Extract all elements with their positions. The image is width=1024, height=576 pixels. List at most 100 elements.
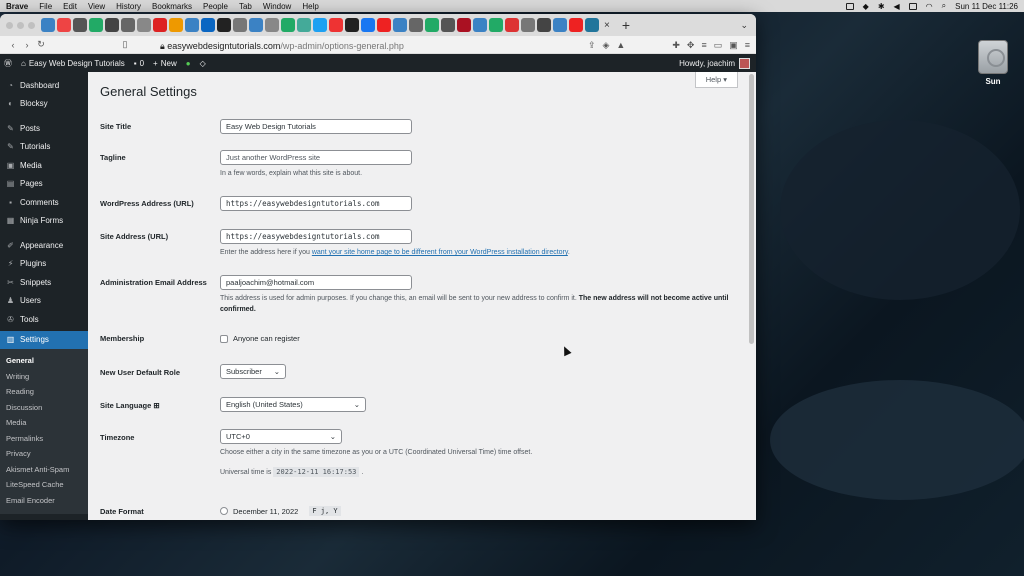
new-tab-button[interactable]: + [622, 17, 630, 33]
date-format-option[interactable]: December 11, 2022 F j, Y [220, 506, 341, 516]
forward-button[interactable]: › [20, 40, 34, 50]
wordpress-tab-icon[interactable] [585, 18, 599, 32]
submenu-privacy[interactable]: Privacy [0, 446, 88, 462]
tab-favicon[interactable] [121, 18, 135, 32]
tab-favicon[interactable] [137, 18, 151, 32]
tab-favicon[interactable] [73, 18, 87, 32]
zoom-window-button[interactable] [28, 21, 35, 29]
sidebar-item-ninja-forms[interactable]: ▦ Ninja Forms [0, 212, 88, 231]
sidebar-item-plugins[interactable]: ⚡︎ Plugins [0, 255, 88, 274]
site-title-input[interactable]: Easy Web Design Tutorials [220, 119, 412, 134]
tab-favicon[interactable] [233, 18, 247, 32]
sidebar-item-pages[interactable]: ▤ Pages [0, 175, 88, 194]
menu-edit[interactable]: Edit [63, 2, 77, 11]
sidebar-item-dashboard[interactable]: ◔ Dashboard [0, 76, 88, 95]
tab-favicon[interactable] [521, 18, 535, 32]
menu-bookmarks[interactable]: Bookmarks [152, 2, 192, 11]
site-name-link[interactable]: ⌂ Easy Web Design Tutorials [21, 59, 125, 68]
sidebar-icon[interactable]: ▭ [714, 40, 723, 51]
tab-favicon[interactable] [105, 18, 119, 32]
reload-button[interactable]: ↻ [34, 39, 48, 50]
back-button[interactable]: ‹ [6, 40, 20, 50]
app-menu[interactable]: Brave [6, 2, 28, 11]
sidebar-item-settings[interactable]: ▥ Settings [0, 330, 88, 349]
tab-favicon[interactable] [281, 18, 295, 32]
tab-favicon[interactable] [41, 18, 55, 32]
submenu-reading[interactable]: Reading [0, 384, 88, 400]
brave-shield-icon[interactable]: ◈ [603, 40, 610, 51]
submenu-media[interactable]: Media [0, 415, 88, 431]
site-address-help-link[interactable]: want your site home page to be different… [312, 249, 568, 256]
submenu-litespeed[interactable]: LiteSpeed Cache [0, 477, 88, 493]
tab-favicon[interactable] [57, 18, 71, 32]
comments-link[interactable]: ▪ 0 [134, 59, 144, 68]
membership-checkbox-row[interactable]: Anyone can register [220, 334, 300, 343]
menu-icon[interactable]: ≡ [745, 40, 750, 51]
tab-favicon[interactable] [473, 18, 487, 32]
tab-favicon[interactable] [201, 18, 215, 32]
site-language-select[interactable]: English (United States) ⌄ [220, 397, 366, 412]
sidebar-item-users[interactable]: ♟ Users [0, 292, 88, 311]
close-window-button[interactable] [6, 21, 13, 29]
tab-favicon[interactable] [297, 18, 311, 32]
tab-favicon[interactable] [409, 18, 423, 32]
tab-favicon[interactable] [361, 18, 375, 32]
tab-favicon[interactable] [489, 18, 503, 32]
sidebar-item-tools[interactable]: ✇ Tools [0, 310, 88, 329]
tab-favicon[interactable] [377, 18, 391, 32]
menu-window[interactable]: Window [263, 2, 291, 11]
tab-favicon[interactable] [537, 18, 551, 32]
status-dot-icon[interactable]: ● [186, 59, 191, 68]
clock[interactable]: Sun 11 Dec 11:26 [955, 2, 1018, 11]
wordpress-address-input[interactable]: https://easywebdesigntutorials.com [220, 196, 412, 211]
menu-view[interactable]: View [88, 2, 105, 11]
sidebar-item-comments[interactable]: ▪ Comments [0, 193, 88, 212]
scrollbar[interactable] [749, 74, 754, 344]
tab-favicon[interactable] [441, 18, 455, 32]
new-content-link[interactable]: + New [153, 59, 177, 68]
bookmark-icon[interactable]: ▯ [118, 39, 132, 50]
tab-favicon[interactable] [169, 18, 183, 32]
puzzle-icon[interactable]: ✥ [687, 40, 695, 51]
share-icon[interactable]: ⇪ [588, 40, 596, 51]
close-tab-button[interactable]: × [604, 20, 610, 31]
desktop-drive[interactable]: Sun [976, 40, 1010, 86]
tab-favicon[interactable] [185, 18, 199, 32]
tab-favicon[interactable] [217, 18, 231, 32]
sidebar-item-tutorials[interactable]: ✎ Tutorials [0, 138, 88, 157]
submenu-discussion[interactable]: Discussion [0, 400, 88, 416]
tab-favicon[interactable] [393, 18, 407, 32]
sidebar-item-posts[interactable]: ✎ Posts [0, 119, 88, 138]
account-menu[interactable]: Howdy, joachim [679, 54, 750, 72]
date-format-radio[interactable] [220, 507, 228, 515]
tagline-input[interactable]: Just another WordPress site [220, 150, 412, 165]
submenu-permalinks[interactable]: Permalinks [0, 431, 88, 447]
tab-favicon[interactable] [345, 18, 359, 32]
url-field[interactable]: 🔒︎ easywebdesigntutorials.com/wp-admin/o… [160, 41, 404, 52]
tab-favicon[interactable] [249, 18, 263, 32]
minimize-window-button[interactable] [17, 21, 24, 29]
help-tab-button[interactable]: Help ▾ [694, 72, 738, 88]
search-icon[interactable]: ⌕ [942, 1, 946, 11]
battery-icon[interactable] [908, 2, 917, 10]
submenu-general[interactable]: General [0, 353, 88, 369]
wordpress-logo-icon[interactable]: Ⓦ [4, 58, 12, 69]
menu-file[interactable]: File [39, 2, 52, 11]
diamond-icon[interactable]: ◇ [200, 59, 206, 68]
tab-favicon[interactable] [313, 18, 327, 32]
sidebar-item-snippets[interactable]: ✂ Snippets [0, 273, 88, 292]
tab-favicon[interactable] [265, 18, 279, 32]
sidebar-item-media[interactable]: ▣ Media [0, 156, 88, 175]
tab-favicon[interactable] [569, 18, 583, 32]
tab-favicon[interactable] [457, 18, 471, 32]
timezone-select[interactable]: UTC+0 ⌄ [220, 429, 342, 444]
wifi-icon[interactable]: ◠ [926, 2, 933, 11]
submenu-writing[interactable]: Writing [0, 369, 88, 385]
volume-icon[interactable]: ◀ [894, 2, 900, 11]
dropbox-icon[interactable]: ◆ [863, 2, 869, 11]
tab-favicon[interactable] [505, 18, 519, 32]
sidebar-item-blocksy[interactable]: ◐ Blocksy [0, 95, 88, 114]
brave-rewards-icon[interactable]: ▲ [616, 40, 625, 51]
menu-tab[interactable]: Tab [239, 2, 252, 11]
tab-favicon[interactable] [329, 18, 343, 32]
